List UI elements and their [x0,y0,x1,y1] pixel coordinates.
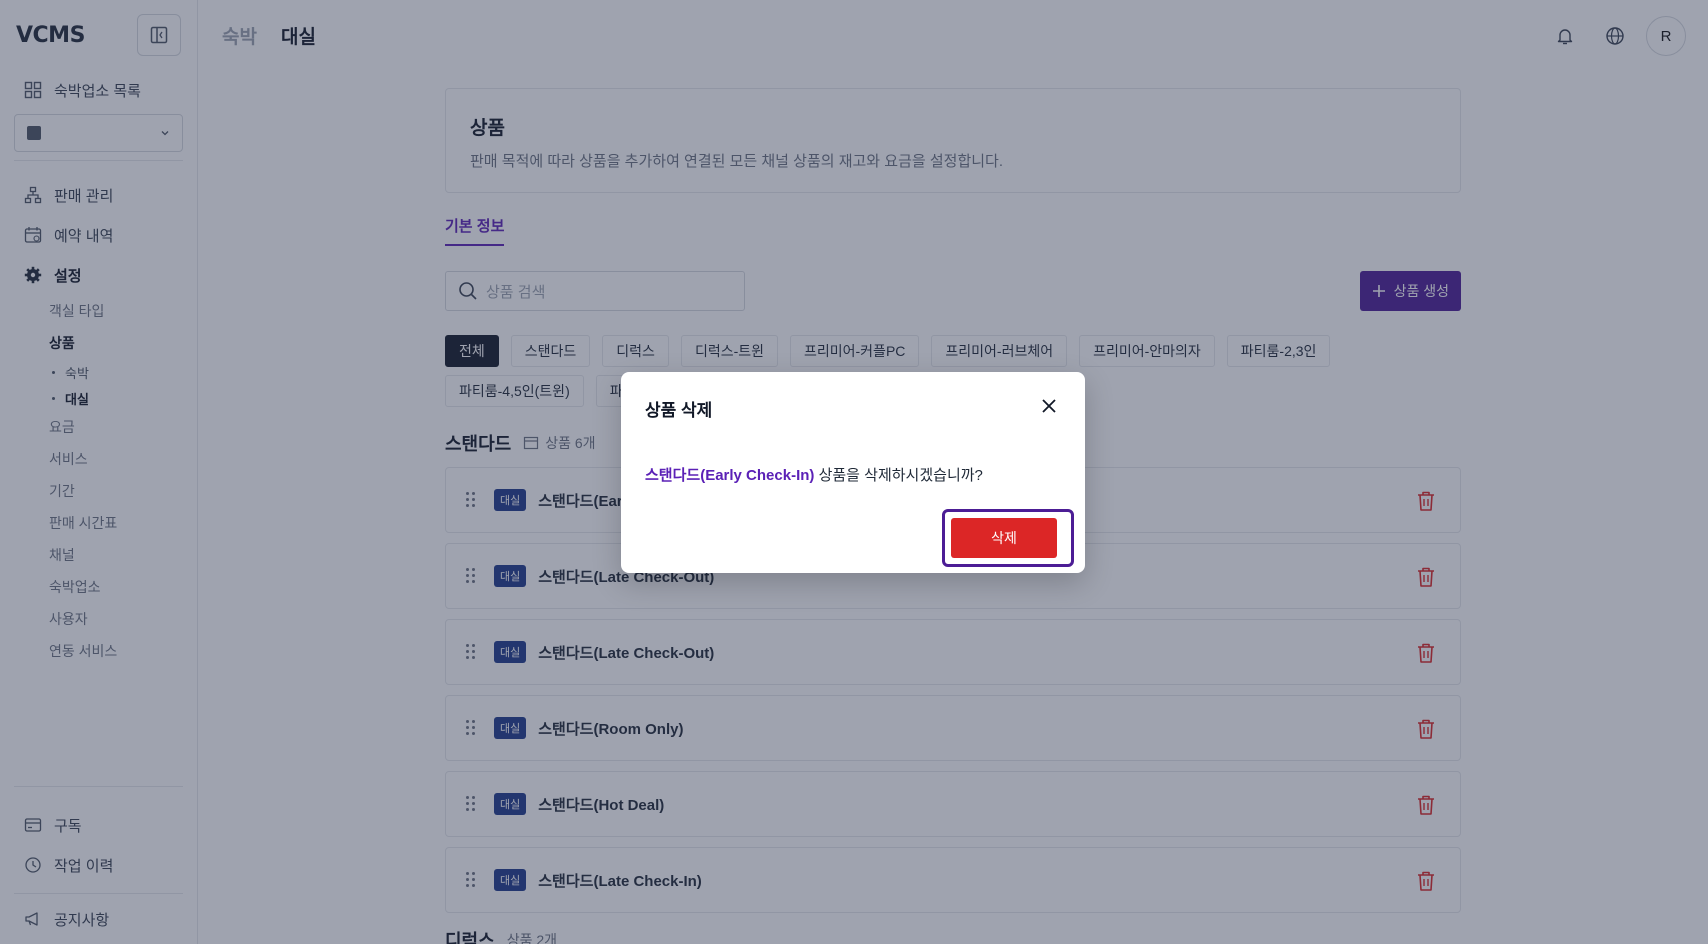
close-button[interactable] [1037,394,1061,418]
focus-ring: 삭제 [942,509,1074,567]
delete-product-dialog: 상품 삭제 스탠다드(Early Check-In) 상품을 삭제하시겠습니까?… [621,372,1085,573]
close-icon [1042,399,1056,413]
dialog-message-text: 상품을 삭제하시겠습니까? [814,467,983,484]
dialog-message: 스탠다드(Early Check-In) 상품을 삭제하시겠습니까? [645,464,983,485]
dialog-product-name: 스탠다드(Early Check-In) [645,467,815,484]
dialog-title: 상품 삭제 [645,401,713,420]
delete-button[interactable]: 삭제 [951,518,1057,558]
